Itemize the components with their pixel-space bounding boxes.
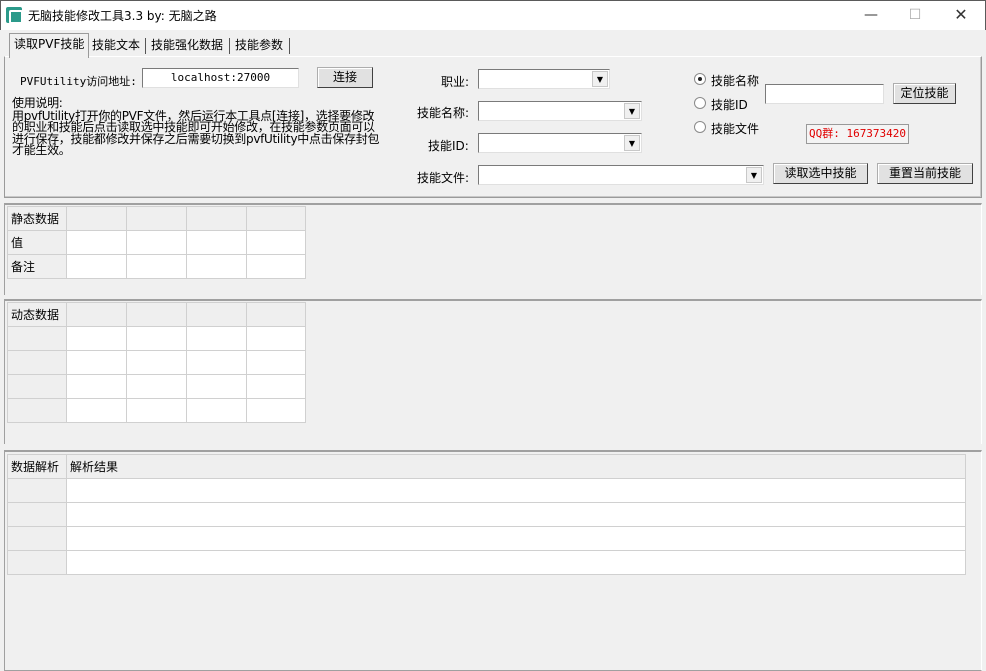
instructions-heading: 使用说明:	[12, 96, 63, 110]
grid-cell[interactable]	[66, 206, 127, 231]
grid-cell[interactable]	[126, 302, 187, 327]
grid-cell[interactable]	[126, 254, 187, 279]
grid-cell[interactable]	[186, 374, 247, 399]
tab-skill-params[interactable]: 技能参数	[231, 35, 288, 57]
grid-cell[interactable]	[186, 302, 247, 327]
connect-button[interactable]: 连接	[317, 67, 373, 88]
maximize-button[interactable]: ☐	[892, 0, 938, 30]
search-input[interactable]	[765, 84, 884, 104]
grid-cell[interactable]	[66, 326, 127, 351]
row-header	[7, 326, 67, 351]
pvfutility-address-input[interactable]: localhost:27000	[142, 68, 299, 88]
profession-select[interactable]: ▼	[478, 69, 610, 89]
instructions: 使用说明: 用pvfUtility打开你的PVF文件，然后运行本工具点[连接]，…	[12, 96, 384, 157]
skill-name-select[interactable]: ▼	[478, 101, 642, 121]
chevron-down-icon[interactable]: ▼	[624, 103, 640, 119]
instructions-body: 用pvfUtility打开你的PVF文件，然后运行本工具点[连接]，选择要修改的…	[12, 108, 380, 157]
static-row-value-label: 值	[7, 230, 67, 255]
minimize-button[interactable]: —	[848, 0, 894, 30]
chevron-down-icon[interactable]: ▼	[592, 71, 608, 87]
static-row-note-label: 备注	[7, 254, 67, 279]
grid-cell[interactable]	[186, 230, 247, 255]
grid-cell[interactable]	[126, 398, 187, 423]
pvfutility-address-label: PVFUtility访问地址:	[20, 75, 137, 88]
radio-skill-file[interactable]	[694, 121, 706, 133]
row-header	[7, 478, 67, 503]
radio-skill-name[interactable]	[694, 73, 706, 85]
reset-current-skill-button[interactable]: 重置当前技能	[877, 163, 973, 184]
read-selected-skill-button[interactable]: 读取选中技能	[773, 163, 868, 184]
grid-cell[interactable]	[246, 206, 306, 231]
profession-label: 职业:	[441, 75, 470, 89]
grid-cell[interactable]	[66, 550, 966, 575]
grid-cell[interactable]	[186, 398, 247, 423]
row-header	[7, 374, 67, 399]
row-header	[7, 398, 67, 423]
radio-skill-id[interactable]	[694, 97, 706, 109]
grid-cell[interactable]	[66, 502, 966, 527]
skill-file-select[interactable]: ▼	[478, 165, 764, 185]
static-data-grid[interactable]: 静态数据 值 备注	[7, 206, 306, 279]
grid-cell[interactable]	[246, 326, 306, 351]
grid-cell[interactable]	[246, 398, 306, 423]
radio-skill-name-label[interactable]: 技能名称	[711, 72, 759, 89]
grid-cell[interactable]	[186, 326, 247, 351]
grid-cell[interactable]	[66, 526, 966, 551]
skill-id-select[interactable]: ▼	[478, 133, 642, 153]
radio-skill-id-label[interactable]: 技能ID	[711, 96, 748, 113]
app-icon	[6, 7, 23, 24]
skill-file-label: 技能文件:	[417, 171, 470, 185]
window-title: 无脑技能修改工具3.3 by: 无脑之路	[28, 9, 217, 23]
grid-cell[interactable]	[126, 350, 187, 375]
parse-result-grid[interactable]: 数据解析 解析结果	[7, 454, 966, 575]
grid-cell[interactable]	[186, 350, 247, 375]
tab-read-pvf-skill[interactable]: 读取PVF技能	[9, 33, 90, 58]
grid-cell[interactable]	[126, 206, 187, 231]
chevron-down-icon[interactable]: ▼	[746, 167, 762, 183]
grid-cell[interactable]	[66, 478, 966, 503]
grid-cell[interactable]	[246, 374, 306, 399]
grid-cell[interactable]	[66, 254, 127, 279]
grid-cell[interactable]	[186, 254, 247, 279]
skill-id-label: 技能ID:	[428, 139, 469, 153]
grid-cell[interactable]	[66, 350, 127, 375]
locate-skill-button[interactable]: 定位技能	[893, 83, 956, 104]
tab-separator	[229, 38, 230, 54]
static-data-header: 静态数据	[7, 206, 67, 231]
chevron-down-icon[interactable]: ▼	[624, 135, 640, 151]
parse-header-result: 解析结果	[66, 454, 966, 479]
row-header	[7, 550, 67, 575]
tab-skill-text[interactable]: 技能文本	[88, 35, 145, 57]
row-header	[7, 502, 67, 527]
row-header	[7, 350, 67, 375]
grid-cell[interactable]	[126, 230, 187, 255]
grid-cell[interactable]	[66, 302, 127, 327]
grid-cell[interactable]	[66, 398, 127, 423]
grid-cell[interactable]	[186, 206, 247, 231]
tab-skill-enhance-data[interactable]: 技能强化数据	[147, 35, 228, 57]
close-button[interactable]: ✕	[938, 0, 984, 30]
grid-cell[interactable]	[246, 350, 306, 375]
grid-cell[interactable]	[246, 254, 306, 279]
parse-header-data: 数据解析	[7, 454, 67, 479]
grid-cell[interactable]	[66, 230, 127, 255]
grid-cell[interactable]	[66, 374, 127, 399]
qq-group-badge: QQ群: 167373420	[806, 124, 909, 144]
grid-cell[interactable]	[246, 230, 306, 255]
row-header	[7, 526, 67, 551]
dynamic-data-header: 动态数据	[7, 302, 67, 327]
grid-cell[interactable]	[126, 374, 187, 399]
radio-skill-file-label[interactable]: 技能文件	[711, 120, 759, 137]
tab-separator	[145, 38, 146, 54]
grid-cell[interactable]	[246, 302, 306, 327]
grid-cell[interactable]	[126, 326, 187, 351]
tab-separator	[289, 38, 290, 54]
skill-name-label: 技能名称:	[417, 106, 470, 120]
dynamic-data-grid[interactable]: 动态数据	[7, 302, 306, 423]
